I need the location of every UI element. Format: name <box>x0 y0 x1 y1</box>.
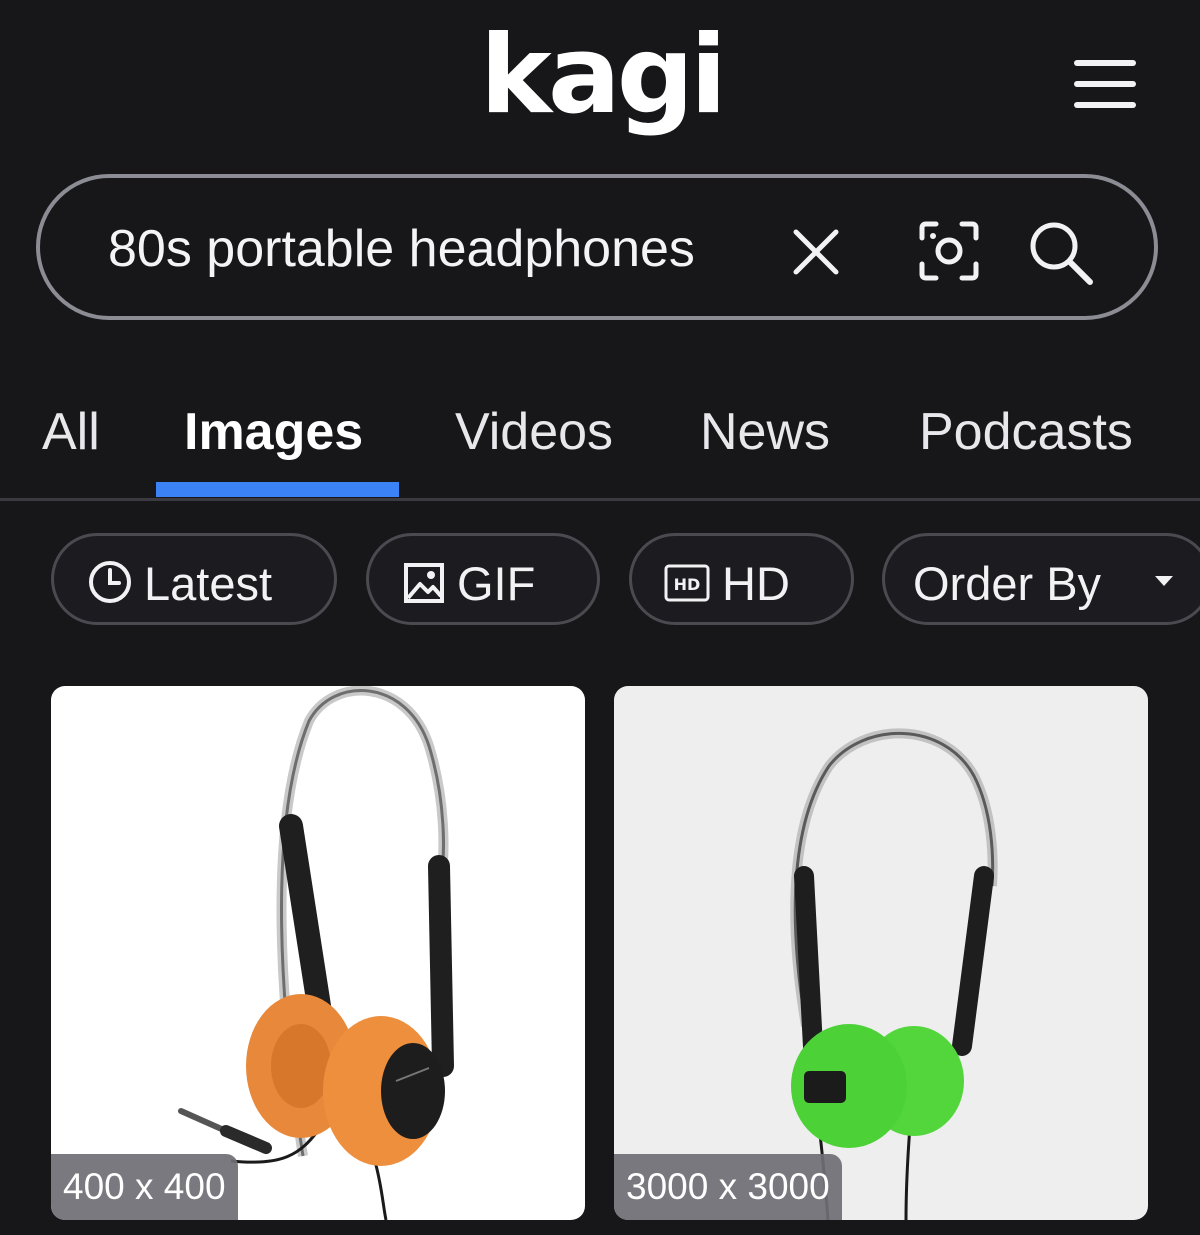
filter-gif-label: GIF <box>457 557 536 610</box>
image-result[interactable]: 400 x 400 <box>51 686 585 1220</box>
headphones-orange-thumbnail <box>51 686 585 1220</box>
search-type-tabs: All Images Videos News Podcasts <box>0 380 1200 501</box>
search-bar <box>36 174 1158 320</box>
kagi-logo[interactable]: kagi <box>480 13 727 150</box>
tab-podcasts[interactable]: Podcasts <box>919 402 1133 462</box>
caret-down-icon <box>1155 576 1173 586</box>
tab-news[interactable]: News <box>700 402 830 462</box>
order-by-label: Order By <box>913 557 1102 610</box>
tab-all[interactable]: All <box>42 402 100 462</box>
image-dimensions-badge: 3000 x 3000 <box>614 1154 842 1220</box>
image-result[interactable]: 3000 x 3000 <box>614 686 1148 1220</box>
filter-latest-label: Latest <box>144 557 273 610</box>
filter-hd-button[interactable]: HD HD <box>629 533 854 625</box>
logo-text: kagi <box>480 20 720 138</box>
hd-icon: HD <box>664 564 710 602</box>
headphones-green-thumbnail <box>614 686 1148 1220</box>
clock-icon <box>89 561 131 603</box>
filter-latest-button[interactable]: Latest <box>51 533 337 625</box>
filter-hd-label: HD <box>722 557 790 610</box>
search-icon[interactable] <box>1024 216 1098 290</box>
image-dimensions-badge: 400 x 400 <box>51 1154 238 1220</box>
filter-gif-button[interactable]: GIF <box>366 533 600 625</box>
search-input[interactable] <box>108 214 748 284</box>
image-icon <box>404 563 444 603</box>
svg-text:HD: HD <box>674 575 701 594</box>
order-by-dropdown[interactable]: Order By <box>882 533 1200 625</box>
tab-videos[interactable]: Videos <box>455 402 613 462</box>
close-icon[interactable] <box>786 222 846 282</box>
hamburger-menu-icon[interactable] <box>1068 56 1140 114</box>
image-search-icon[interactable] <box>916 218 982 284</box>
tab-images[interactable]: Images <box>184 402 363 462</box>
active-tab-indicator <box>156 482 399 497</box>
